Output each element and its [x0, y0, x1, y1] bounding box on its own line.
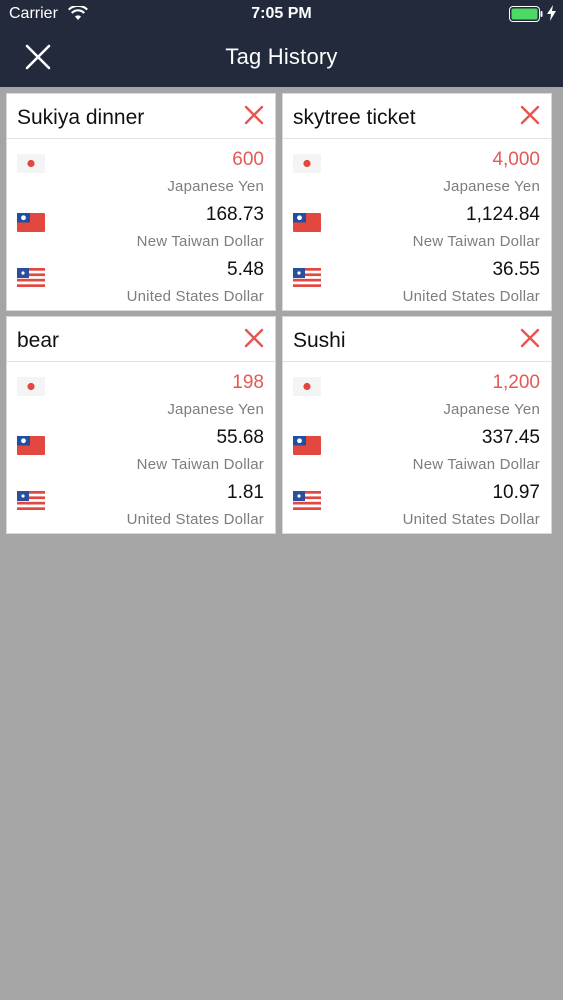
status-bar: Carrier 7:05 PM	[0, 0, 563, 28]
currency-name: New Taiwan Dollar	[412, 233, 540, 250]
taiwan-flag-icon	[17, 213, 45, 232]
currency-name: New Taiwan Dollar	[136, 233, 264, 250]
currency-amount: 5.48	[227, 259, 264, 280]
tag-title: skytree ticket	[293, 106, 416, 129]
currency-row: 600 Japanese Yen	[7, 149, 275, 204]
delete-tag-icon[interactable]	[520, 328, 540, 348]
japan-flag-icon	[17, 377, 45, 396]
charging-icon	[547, 5, 556, 21]
currency-name: New Taiwan Dollar	[136, 456, 264, 473]
currency-row: 1.81 United States Dollar	[7, 482, 275, 537]
currency-name: United States Dollar	[126, 511, 264, 528]
battery-icon	[509, 6, 543, 22]
tag-card-header: skytree ticket	[283, 94, 551, 139]
currency-row: 10.97 United States Dollar	[283, 482, 551, 537]
tag-title: Sushi	[293, 329, 346, 352]
currency-row: 55.68 New Taiwan Dollar	[7, 427, 275, 482]
taiwan-flag-icon	[293, 436, 321, 455]
taiwan-flag-icon	[293, 213, 321, 232]
currency-name: United States Dollar	[126, 288, 264, 305]
currency-amount: 1,124.84	[466, 204, 540, 225]
tag-card: Sukiya dinner 600 Japanese Yen 168.73 New Ta…	[6, 93, 276, 311]
currency-row: 1,124.84 New Taiwan Dollar	[283, 204, 551, 259]
currency-name: Japanese Yen	[443, 178, 540, 195]
us-flag-icon	[293, 268, 321, 287]
tag-card: skytree ticket 4,000 Japanese Yen 1,124.84 N…	[282, 93, 552, 311]
currency-row: 337.45 New Taiwan Dollar	[283, 427, 551, 482]
page-title: Tag History	[225, 44, 338, 69]
us-flag-icon	[17, 268, 45, 287]
japan-flag-icon	[293, 154, 321, 173]
currency-name: United States Dollar	[402, 511, 540, 528]
currency-name: Japanese Yen	[443, 401, 540, 418]
currency-amount: 55.68	[216, 427, 264, 448]
currency-row: 198 Japanese Yen	[7, 372, 275, 427]
delete-tag-icon[interactable]	[244, 328, 264, 348]
navigation-bar: Carrier 7:05 PM Tag History	[0, 0, 563, 87]
currency-amount: 337.45	[481, 427, 540, 448]
status-time: 7:05 PM	[251, 5, 312, 22]
tag-card-header: bear	[7, 317, 275, 362]
currency-row: 168.73 New Taiwan Dollar	[7, 204, 275, 259]
currency-amount: 4,000	[492, 149, 540, 170]
currency-row: 5.48 United States Dollar	[7, 259, 275, 314]
us-flag-icon	[293, 491, 321, 510]
tag-title: Sukiya dinner	[17, 106, 145, 129]
tag-card-header: Sushi	[283, 317, 551, 362]
delete-tag-icon[interactable]	[520, 105, 540, 125]
currency-amount: 198	[232, 372, 264, 393]
tag-title: bear	[17, 329, 60, 352]
currency-name: New Taiwan Dollar	[412, 456, 540, 473]
currency-name: United States Dollar	[402, 288, 540, 305]
tag-card: bear 198 Japanese Yen 55.68 New Taiwan Dolla…	[6, 316, 276, 534]
japan-flag-icon	[293, 377, 321, 396]
currency-amount: 1,200	[492, 372, 540, 393]
currency-row: 4,000 Japanese Yen	[283, 149, 551, 204]
delete-tag-icon[interactable]	[244, 105, 264, 125]
currency-amount: 10.97	[492, 482, 540, 503]
taiwan-flag-icon	[17, 436, 45, 455]
tag-card-header: Sukiya dinner	[7, 94, 275, 139]
currency-amount: 1.81	[227, 482, 264, 503]
us-flag-icon	[17, 491, 45, 510]
currency-name: Japanese Yen	[167, 178, 264, 195]
currency-amount: 36.55	[492, 259, 540, 280]
tag-card: Sushi 1,200 Japanese Yen 337.45 New Taiwan D…	[282, 316, 552, 534]
currency-row: 36.55 United States Dollar	[283, 259, 551, 314]
currency-amount: 168.73	[205, 204, 264, 225]
currency-amount: 600	[232, 149, 264, 170]
currency-name: Japanese Yen	[167, 401, 264, 418]
currency-row: 1,200 Japanese Yen	[283, 372, 551, 427]
japan-flag-icon	[17, 154, 45, 173]
